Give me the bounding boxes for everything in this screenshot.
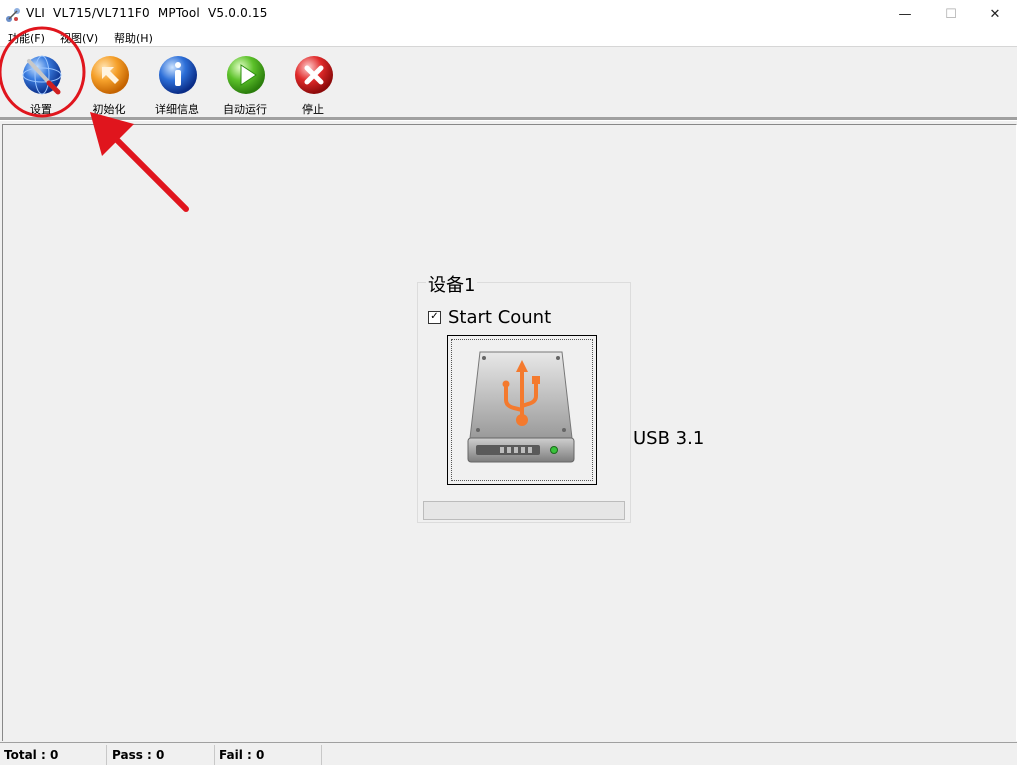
status-bar: Total : 0 Pass : 0 Fail : 0 — [0, 742, 1017, 765]
device-group-title: 设备1 — [426, 271, 478, 297]
close-button[interactable]: ✕ — [972, 0, 1017, 28]
minimize-button[interactable]: — — [882, 0, 928, 28]
annotation-circle — [0, 26, 86, 118]
device-progress-bar — [423, 501, 625, 520]
status-divider — [321, 745, 322, 765]
usb-drive-icon — [467, 351, 575, 463]
device-drive-button[interactable] — [447, 335, 597, 485]
start-count-checkbox[interactable]: ✓ Start Count — [428, 306, 551, 328]
maximize-button[interactable]: ☐ — [928, 0, 974, 28]
annotation-arrow-shaft — [105, 128, 189, 212]
start-count-label: Start Count — [448, 306, 552, 328]
annotation-overlay — [0, 26, 189, 212]
status-total: Total : 0 — [4, 748, 59, 762]
status-divider — [106, 745, 107, 765]
status-divider — [214, 745, 215, 765]
checkbox-box[interactable]: ✓ — [428, 310, 441, 324]
status-fail: Fail : 0 — [219, 748, 265, 762]
usb-type-label: USB 3.1 — [633, 428, 705, 449]
status-pass: Pass : 0 — [112, 748, 165, 762]
